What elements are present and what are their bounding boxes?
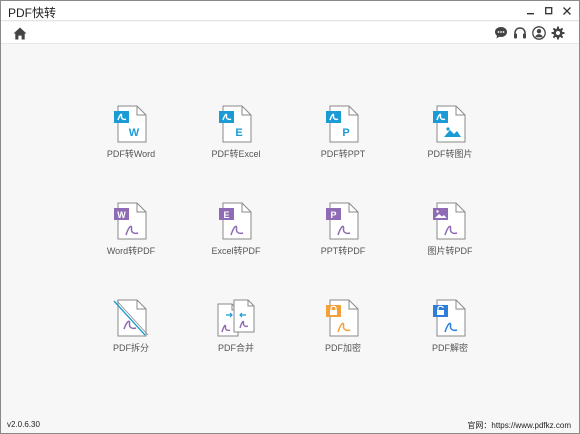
tile-label: PDF转图片 — [427, 149, 473, 159]
tile-pdf-merge[interactable]: PDF合并 — [191, 299, 281, 369]
pdf-to-word-icon: W — [114, 105, 147, 143]
headphones-icon — [514, 27, 526, 39]
tile-label: Excel转PDF — [211, 246, 261, 256]
pdf-encrypt-icon — [326, 299, 359, 337]
tile-label: PDF转Word — [106, 149, 156, 159]
minimize-button[interactable] — [523, 1, 539, 21]
svg-text:P: P — [342, 127, 349, 139]
pdf-to-image-icon — [433, 105, 466, 143]
tile-pdf-split[interactable]: PDF拆分 — [86, 299, 176, 369]
pdf-to-excel-icon: E — [219, 105, 252, 143]
svg-text:W: W — [117, 210, 126, 220]
svg-text:P: P — [330, 210, 336, 220]
tile-label: PDF合并 — [217, 343, 254, 353]
gear-icon — [551, 26, 565, 40]
pdf-decrypt-icon — [433, 299, 466, 337]
tile-label: PDF转Excel — [211, 149, 261, 159]
tile-pdf-decrypt[interactable]: PDF解密 — [405, 299, 495, 369]
svg-text:W: W — [129, 127, 140, 139]
tile-pdf-encrypt[interactable]: PDF加密 — [298, 299, 388, 369]
close-icon — [563, 7, 571, 15]
tool-grid: W PDF转Word E PDF转Excel P PDF转PPT PDF转图片 … — [1, 45, 579, 417]
svg-text:E: E — [235, 127, 242, 139]
tile-label: PPT转PDF — [320, 246, 366, 256]
website-link[interactable]: 官网：https://www.pdfkz.com — [467, 420, 571, 431]
chat-bubble-icon — [495, 27, 507, 39]
account-button[interactable] — [530, 24, 548, 42]
excel-to-pdf-icon: E — [219, 202, 252, 240]
title-bar: PDF快转 — [1, 1, 579, 21]
pdf-to-ppt-icon: P — [326, 105, 359, 143]
image-to-pdf-icon — [433, 202, 466, 240]
svg-text:E: E — [223, 210, 229, 220]
support-button[interactable] — [511, 24, 529, 42]
tile-label: PDF拆分 — [112, 343, 149, 353]
home-button[interactable] — [11, 24, 29, 42]
tile-label: PDF转PPT — [320, 149, 366, 159]
status-bar: v2.0.6.30 官网：https://www.pdfkz.com — [1, 417, 579, 433]
tile-ppt-to-pdf[interactable]: P PPT转PDF — [298, 202, 388, 272]
home-icon — [13, 27, 27, 39]
tile-label: PDF解密 — [431, 343, 468, 353]
user-icon — [532, 26, 546, 40]
tile-pdf-to-excel[interactable]: E PDF转Excel — [191, 105, 281, 175]
window-title: PDF快转 — [8, 6, 57, 20]
tile-image-to-pdf[interactable]: 图片转PDF — [405, 202, 495, 272]
tile-label: Word转PDF — [106, 246, 156, 256]
maximize-button[interactable] — [541, 1, 557, 21]
tile-label: 图片转PDF — [427, 246, 473, 256]
version-label: v2.0.6.30 — [7, 420, 40, 429]
pdf-merge-icon — [217, 299, 255, 337]
minimize-icon — [527, 13, 534, 15]
maximize-icon — [545, 7, 553, 15]
close-button[interactable] — [559, 1, 575, 21]
pdf-split-icon — [113, 299, 149, 337]
ppt-to-pdf-icon: P — [326, 202, 359, 240]
tile-pdf-to-image[interactable]: PDF转图片 — [405, 105, 495, 175]
feedback-button[interactable] — [492, 24, 510, 42]
tile-pdf-to-word[interactable]: W PDF转Word — [86, 105, 176, 175]
tile-label: PDF加密 — [324, 343, 361, 353]
word-to-pdf-icon: W — [114, 202, 147, 240]
tile-pdf-to-ppt[interactable]: P PDF转PPT — [298, 105, 388, 175]
settings-button[interactable] — [549, 24, 567, 42]
toolbar — [1, 22, 579, 44]
tile-word-to-pdf[interactable]: W Word转PDF — [86, 202, 176, 272]
app-window: PDF快转 W PDF转Word E PDF转Excel P PDF转PPT P… — [0, 0, 580, 434]
tile-excel-to-pdf[interactable]: E Excel转PDF — [191, 202, 281, 272]
